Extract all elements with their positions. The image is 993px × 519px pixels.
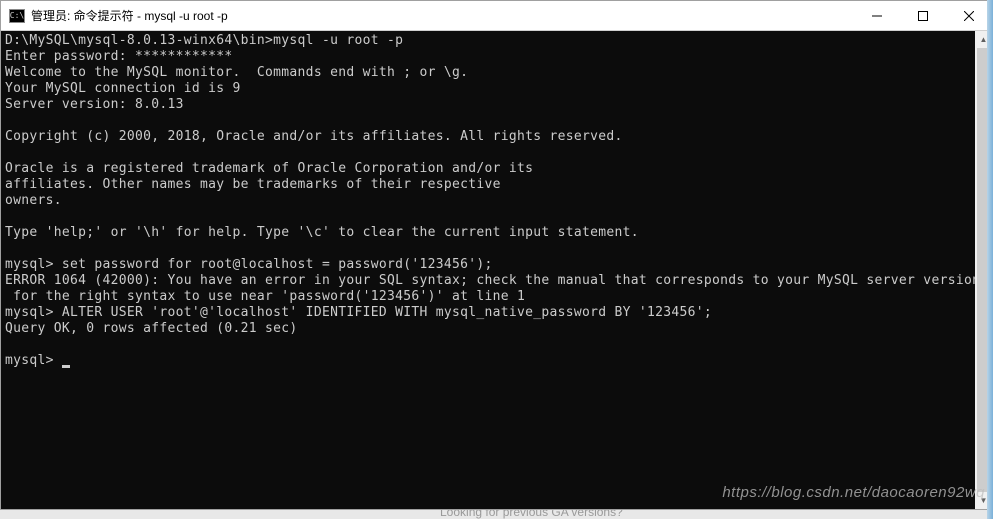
terminal-line: Copyright (c) 2000, 2018, Oracle and/or … <box>5 129 623 144</box>
terminal-line: D:\MySQL\mysql-8.0.13-winx64\bin>mysql -… <box>5 33 403 48</box>
terminal-output[interactable]: D:\MySQL\mysql-8.0.13-winx64\bin>mysql -… <box>1 31 975 509</box>
terminal-line: ERROR 1064 (42000): You have an error in… <box>5 273 975 288</box>
minimize-button[interactable] <box>854 1 900 30</box>
titlebar[interactable]: C:\ 管理员: 命令提示符 - mysql -u root -p <box>1 1 992 31</box>
terminal-line: Welcome to the MySQL monitor. Commands e… <box>5 65 468 80</box>
terminal-line: mysql> set password for root@localhost =… <box>5 257 493 272</box>
terminal-line: affiliates. Other names may be trademark… <box>5 177 501 192</box>
terminal-area: D:\MySQL\mysql-8.0.13-winx64\bin>mysql -… <box>1 31 992 509</box>
terminal-line: Your MySQL connection id is 9 <box>5 81 241 96</box>
terminal-line: for the right syntax to use near 'passwo… <box>5 289 525 304</box>
terminal-line: Oracle is a registered trademark of Orac… <box>5 161 533 176</box>
command-prompt-window: C:\ 管理员: 命令提示符 - mysql -u root -p D:\MyS… <box>0 0 993 510</box>
terminal-line: Query OK, 0 rows affected (0.21 sec) <box>5 321 298 336</box>
cursor <box>62 365 70 368</box>
terminal-prompt: mysql> <box>5 353 62 368</box>
page-edge-shade <box>987 0 993 519</box>
cmd-icon: C:\ <box>9 9 25 23</box>
maximize-button[interactable] <box>900 1 946 30</box>
terminal-line: mysql> ALTER USER 'root'@'localhost' IDE… <box>5 305 712 320</box>
terminal-line: owners. <box>5 193 62 208</box>
close-button[interactable] <box>946 1 992 30</box>
terminal-line: Server version: 8.0.13 <box>5 97 184 112</box>
window-title: 管理员: 命令提示符 - mysql -u root -p <box>31 7 854 24</box>
terminal-line: Enter password: ************ <box>5 49 233 64</box>
window-controls <box>854 1 992 30</box>
terminal-line: Type 'help;' or '\h' for help. Type '\c'… <box>5 225 639 240</box>
